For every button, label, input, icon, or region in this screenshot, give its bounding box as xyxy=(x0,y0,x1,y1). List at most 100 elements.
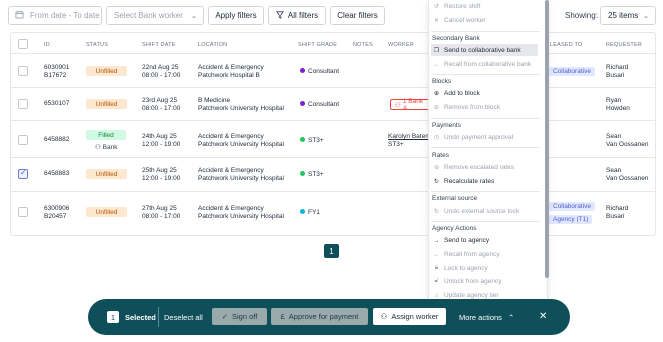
apply-filters-button[interactable]: Apply filters xyxy=(208,6,264,25)
requester-last: Busari xyxy=(606,213,625,220)
deselect-all-button[interactable]: Deselect all xyxy=(164,313,203,322)
arrow-right-icon: → xyxy=(433,237,440,244)
row-checkbox[interactable] xyxy=(18,207,28,217)
menu-item-add-block[interactable]: ⊕ Add to block xyxy=(433,90,480,97)
menu-item-send-collab[interactable]: ❐ Send to collaborative bank xyxy=(431,44,538,56)
menu-item-lock-agency[interactable]: 🔒︎ Lock to agency xyxy=(433,265,488,272)
assign-worker-button[interactable]: ⚇ Assign worker xyxy=(373,308,446,325)
menu-item-cancel-worker[interactable]: ✕ Cancel worker xyxy=(433,17,486,24)
more-actions-button[interactable]: More actions ⌃ xyxy=(459,313,514,322)
bank-worker-pill[interactable]: ⚇ 1 Bank A xyxy=(390,97,430,112)
grade-dot xyxy=(300,209,305,214)
page-size-select[interactable]: 25 items ⌄ xyxy=(600,6,656,25)
shift-id: 6030901 xyxy=(44,64,70,71)
selected-label: Selected xyxy=(125,313,156,322)
location-dept: Accident & Emergency xyxy=(198,205,264,212)
menu-item-remove-block[interactable]: ⊖ Remove from block xyxy=(433,104,500,111)
row-checkbox[interactable] xyxy=(18,135,28,145)
status-badge: Unfilled xyxy=(86,66,127,76)
location-site: Patchwork University Hospital xyxy=(198,213,284,220)
requester-first: Ryan xyxy=(606,97,622,104)
menu-item-label: Undo payment approval xyxy=(444,134,514,141)
location-dept: Accident & Emergency xyxy=(198,64,264,71)
leased-to-badge: Agency (T1) xyxy=(549,215,593,224)
shift-ref: B17672 xyxy=(44,72,67,79)
shift-grade: Consultant xyxy=(300,68,339,75)
all-filters-button[interactable]: All filters xyxy=(268,6,326,25)
row-checkbox[interactable] xyxy=(18,99,28,109)
shift-ref: B20457 xyxy=(44,213,67,220)
menu-heading-secondary-bank: Secondary Bank xyxy=(432,35,480,42)
menu-item-remove-rates[interactable]: ⊖ Remove escalated rates xyxy=(433,164,514,171)
check-circle-icon: ✓ xyxy=(221,312,228,321)
shift-grade: ST3+ xyxy=(300,137,324,144)
header-leased-to: LEASED TO xyxy=(550,42,583,48)
requester-first: Sean xyxy=(606,167,622,174)
chevron-down-icon: ⌄ xyxy=(643,13,649,20)
menu-item-recall-collab[interactable]: ← Recall from collaborative bank xyxy=(433,61,532,68)
shift-time: 08:00 - 17:00 xyxy=(142,105,181,112)
requester-last: Van Oossanen xyxy=(606,141,649,148)
row-checkbox[interactable] xyxy=(18,168,28,179)
menu-divider xyxy=(431,118,540,119)
leased-to-badge: Collaborative xyxy=(549,67,595,76)
menu-scrollbar[interactable] xyxy=(545,0,549,278)
shift-grade: Consultant xyxy=(300,101,339,108)
close-icon: ✕ xyxy=(433,18,440,24)
clear-filters-button[interactable]: Clear filters xyxy=(330,6,385,25)
menu-item-update-tier[interactable]: ⌂ Update agency tier xyxy=(433,292,499,299)
menu-item-recalc-rates[interactable]: ↻ Recalculate rates xyxy=(433,178,494,185)
header-shift-grade: SHIFT GRADE xyxy=(298,42,338,48)
menu-item-label: Unlock from agency xyxy=(444,278,502,285)
menu-heading-payments: Payments xyxy=(432,122,461,129)
menu-item-label: Send to agency xyxy=(444,237,490,244)
row-checkbox[interactable] xyxy=(18,66,28,76)
minus-circle-icon: ⊖ xyxy=(433,105,440,111)
header-notes: NOTES xyxy=(353,42,373,48)
shift-time: 12:00 - 19:00 xyxy=(142,141,181,148)
header-location: LOCATION xyxy=(198,42,228,48)
menu-item-recall-agency[interactable]: ← Recall from agency xyxy=(433,251,500,258)
sign-off-button[interactable]: ✓ Sign off xyxy=(212,308,267,325)
more-actions-label: More actions xyxy=(459,313,502,322)
bank-worker-select[interactable]: Select Bank worker ⌄ xyxy=(106,6,204,25)
lock-icon: 🔒︎ xyxy=(434,265,439,271)
menu-item-unlock-agency[interactable]: 🔓︎ Unlock from agency xyxy=(433,278,502,285)
shift-grade: FY1 xyxy=(300,209,320,216)
grade-dot xyxy=(300,101,305,106)
grade-dot xyxy=(300,68,305,73)
showing-label: Showing: xyxy=(565,11,598,20)
chevron-up-icon: ⌃ xyxy=(507,313,515,322)
select-all-checkbox[interactable] xyxy=(18,39,28,49)
menu-divider xyxy=(431,74,540,75)
shift-date: 22nd Aug 25 xyxy=(142,64,179,71)
approve-payment-button[interactable]: £ Approve for payment xyxy=(271,308,368,325)
arrow-left-icon: ← xyxy=(433,251,440,258)
user-icon: ⚇ xyxy=(380,312,388,321)
worker-name-link[interactable]: Karolyn Batem xyxy=(388,133,431,141)
location-dept: B Medicine xyxy=(198,97,231,104)
status-badge: Filled xyxy=(86,130,126,140)
pound-icon: £ xyxy=(280,312,285,321)
menu-divider xyxy=(431,147,540,148)
menu-item-send-agency[interactable]: → Send to agency xyxy=(433,237,490,244)
header-status: STATUS xyxy=(86,42,109,48)
plus-circle-icon: ⊕ xyxy=(433,91,440,97)
date-range-input[interactable]: From date - To date xyxy=(8,6,102,25)
shift-id: 6530107 xyxy=(44,100,70,107)
status-badge: Unfilled xyxy=(86,169,127,179)
menu-item-label: Recall from collaborative bank xyxy=(444,61,532,68)
pagination-page-button[interactable]: 1 xyxy=(324,244,339,258)
row-divider xyxy=(10,191,656,192)
location-dept: Accident & Emergency xyxy=(198,167,264,174)
bank-worker-pill-label: 1 Bank A xyxy=(402,97,424,112)
menu-item-undo-payment[interactable]: ◷ Undo payment approval xyxy=(433,134,513,141)
header-id: ID xyxy=(44,42,50,48)
shift-id: 6458883 xyxy=(44,170,70,177)
menu-item-undo-external[interactable]: ↻ Undo external source lock xyxy=(433,208,519,215)
shift-date: 23rd Aug 25 xyxy=(142,97,178,104)
menu-item-restore-shift[interactable]: ↺ Restore shift xyxy=(433,3,481,10)
shift-id: 6458882 xyxy=(44,136,70,143)
menu-item-label: Cancel worker xyxy=(444,17,486,24)
close-icon[interactable]: ✕ xyxy=(539,311,547,322)
